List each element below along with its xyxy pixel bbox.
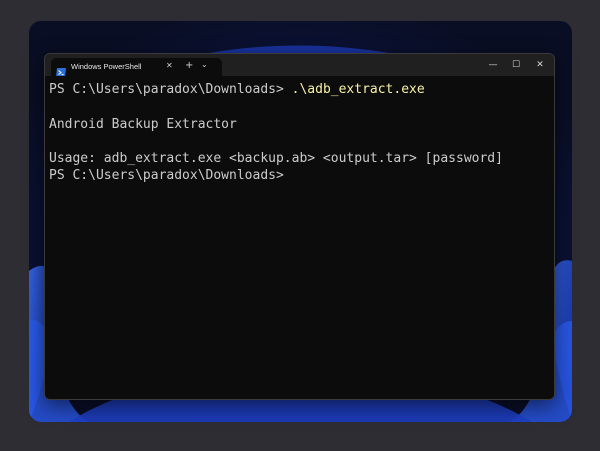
powershell-icon [56,62,66,77]
terminal-line-4: PS C:\Users\paradox\Downloads> [49,168,284,183]
close-icon[interactable]: ✕ [532,59,548,71]
screen-frame: Windows PowerShell ✕ + ⌄ — ☐ ✕ PS C:\Use… [0,0,600,451]
terminal-output[interactable]: PS C:\Users\paradox\Downloads> .\adb_ext… [45,76,554,399]
title-bar: Windows PowerShell ✕ + ⌄ — ☐ ✕ [45,54,554,77]
terminal-line-1: PS C:\Users\paradox\Downloads> .\adb_ext… [49,82,425,98]
maximize-icon[interactable]: ☐ [508,59,524,71]
tab-title: Windows PowerShell [71,62,142,71]
tab-close-icon[interactable]: ✕ [166,61,173,71]
powershell-window: Windows PowerShell ✕ + ⌄ — ☐ ✕ PS C:\Use… [44,53,555,400]
terminal-line-3: Usage: adb_extract.exe <backup.ab> <outp… [49,151,503,166]
command-text: .\adb_extract.exe [291,82,425,97]
terminal-line-2: Android Backup Extractor [49,117,237,132]
new-tab-icon[interactable]: + [185,61,193,71]
prompt-text: PS C:\Users\paradox\Downloads> [49,82,292,97]
minimize-icon[interactable]: — [485,59,501,71]
tab-windows-powershell[interactable]: Windows PowerShell ✕ [51,58,222,77]
chevron-down-icon[interactable]: ⌄ [201,60,208,70]
